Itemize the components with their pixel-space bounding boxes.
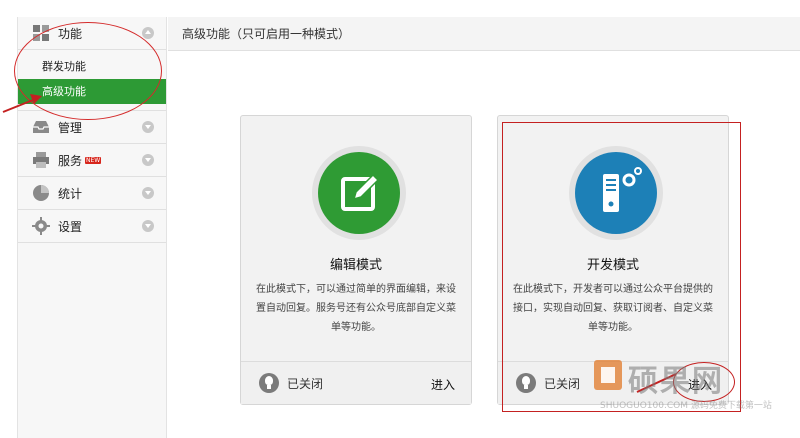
watermark-subtext: SHUOGUO100.COM 源码免费下载第一站 xyxy=(600,401,772,411)
watermark-text: 硕果网 xyxy=(628,364,724,399)
watermark-logo-icon xyxy=(594,360,622,390)
watermark: 硕果网 SHUOGUO100.COM 源码免费下载第一站 xyxy=(592,356,772,416)
app-frame: 功能 群发功能 高级功能 管理 服务 NEW 统计 设置 高级功能（只可启用一种… xyxy=(0,0,800,438)
